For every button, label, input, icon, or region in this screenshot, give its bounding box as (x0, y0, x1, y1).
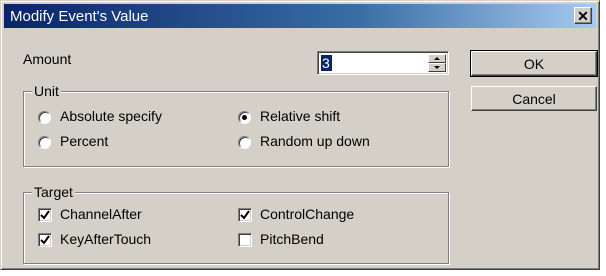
radio-random-up-down-label[interactable]: Random up down (260, 133, 370, 149)
checkbox-channel-after-label[interactable]: ChannelAfter (60, 206, 142, 222)
spin-up-button[interactable] (428, 54, 446, 63)
unit-group: Unit Absolute specify Relative shift Per… (23, 83, 449, 167)
radio-absolute-specify-label[interactable]: Absolute specify (60, 108, 162, 124)
amount-input[interactable]: 3 (321, 55, 332, 71)
checkbox-key-after-touch-label[interactable]: KeyAfterTouch (60, 231, 151, 247)
spin-down-button[interactable] (428, 63, 446, 72)
title-bar[interactable]: Modify Event's Value ✕ (4, 4, 596, 28)
amount-spin-buttons (428, 54, 446, 72)
arrow-up-icon (434, 57, 440, 60)
checkbox-icon[interactable] (38, 208, 52, 222)
checkbox-icon[interactable] (38, 233, 52, 247)
unit-group-legend: Unit (32, 83, 61, 99)
window-title: Modify Event's Value (10, 8, 149, 25)
radio-percent-label[interactable]: Percent (60, 133, 108, 149)
radio-button-icon[interactable] (238, 111, 251, 124)
checkbox-icon[interactable] (238, 208, 252, 222)
radio-button-icon[interactable] (238, 136, 251, 149)
radio-relative-shift-label[interactable]: Relative shift (260, 108, 340, 124)
radio-button-icon[interactable] (38, 136, 51, 149)
target-group-legend: Target (32, 184, 75, 200)
close-button[interactable]: ✕ (574, 7, 592, 24)
cancel-button[interactable]: Cancel (471, 86, 597, 111)
checkbox-control-change-label[interactable]: ControlChange (260, 206, 354, 222)
radio-button-icon[interactable] (38, 111, 51, 124)
checkbox-pitch-bend-label[interactable]: PitchBend (260, 231, 324, 247)
close-icon: ✕ (577, 7, 589, 24)
checkbox-icon[interactable] (238, 233, 252, 247)
amount-spinbox[interactable]: 3 (317, 51, 449, 75)
amount-label: Amount (23, 51, 72, 67)
modify-event-value-dialog: Modify Event's Value ✕ Amount 3 OK Cance… (0, 0, 600, 270)
target-group: Target ChannelAfter ControlChange KeyAft… (23, 184, 449, 264)
ok-button[interactable]: OK (470, 50, 598, 77)
arrow-down-icon (434, 66, 440, 69)
